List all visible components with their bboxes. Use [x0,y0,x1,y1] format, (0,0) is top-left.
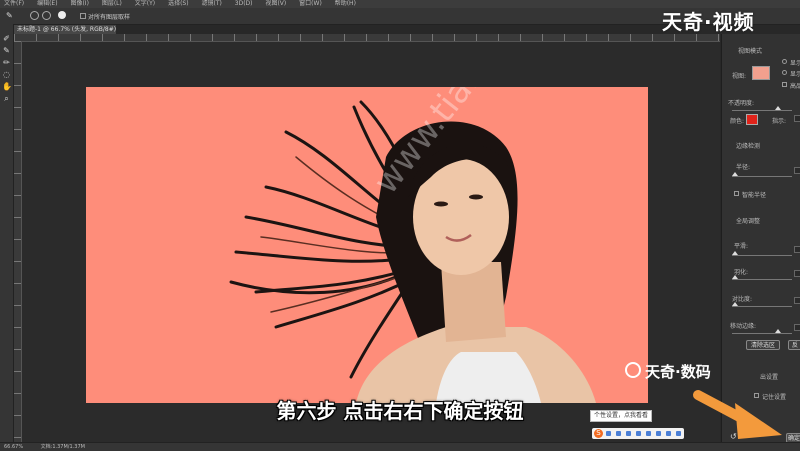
shift-edge-slider-knob[interactable] [775,329,781,333]
tools-panel: ✐ ✎ ✏ ◌ ✋ ⌕ [0,24,14,442]
smooth-slider-knob[interactable] [732,251,738,255]
ime-punct-icon[interactable] [616,431,621,436]
smart-radius-checkbox[interactable] [734,191,739,196]
edge-detection-title[interactable]: 边缘检测 [736,141,760,150]
smooth-label: 平滑: [734,243,749,250]
lasso-tool-icon[interactable]: ◌ [2,70,11,79]
brand-watermark-bottom: 天奇·数码 [645,363,711,381]
quick-selection-tool-icon[interactable]: ✐ [2,34,11,43]
menu-window[interactable]: 窗口(W) [299,0,322,8]
opacity-label: 不透明度: [728,100,755,107]
output-settings-title[interactable]: 出设置 [760,372,778,381]
video-subtitle: 第六步 点击右右下确定按钮 [276,399,524,423]
properties-panel: 视图模式 视图: 显示 显示 高品 不透明度: 颜色: 指示: 边缘检测 半径:… [721,34,800,443]
hand-tool-icon[interactable]: ✋ [2,82,12,91]
zoom-level[interactable]: 66.67% [4,444,23,450]
color-label: 颜色: [730,118,745,125]
indicate-dropdown[interactable] [794,115,800,122]
overlay-color-swatch[interactable] [746,114,758,125]
contrast-value[interactable] [794,297,800,304]
clear-selection-button[interactable]: 清除选区 [746,340,780,350]
smart-radius-label: 智能半径 [742,192,767,199]
ime-keyboard-icon[interactable] [646,431,651,436]
brand-watermark-top: 天奇·视频 [662,10,755,34]
shift-edge-value[interactable] [794,324,800,331]
brush-size-icon[interactable] [30,11,39,20]
brush-mode-icon[interactable] [42,11,51,20]
opacity-slider[interactable] [732,110,792,111]
menu-select[interactable]: 选择(S) [168,0,189,8]
show-edge-label: 显示 [790,60,800,67]
invert-button[interactable]: 反 [788,340,800,350]
smooth-slider[interactable] [732,255,792,256]
high-quality-label: 高品 [790,83,800,90]
menu-view[interactable]: 视图(V) [265,0,286,8]
show-edge-checkbox[interactable] [782,59,787,64]
contrast-slider-knob[interactable] [732,302,738,306]
ime-toolbar[interactable]: S [592,428,684,439]
ime-emoji-icon[interactable] [626,431,631,436]
document-info[interactable]: 文档:1.37M/1.37M [41,444,85,450]
document-canvas[interactable]: www.tianqijun.com [86,87,648,403]
menu-type[interactable]: 文字(Y) [135,0,155,8]
brush-preset-icon[interactable] [58,11,66,19]
brush-tool-icon[interactable]: ✏ [2,58,11,67]
radius-value[interactable] [794,167,800,174]
menu-file[interactable]: 文件(F) [4,0,24,8]
menu-image[interactable]: 图像(I) [70,0,88,8]
radius-slider-knob[interactable] [732,172,738,176]
show-original-label: 显示 [790,71,800,78]
contrast-slider[interactable] [732,306,792,307]
sogou-logo-icon[interactable]: S [594,429,603,438]
radius-slider[interactable] [732,176,792,177]
zoom-tool-icon[interactable]: ⌕ [2,94,11,103]
menu-help[interactable]: 帮助(H) [335,0,356,8]
view-label: 视图: [732,73,747,80]
menu-3d[interactable]: 3D(D) [235,0,253,8]
ime-mode-icon[interactable] [606,431,611,436]
ime-skin-icon[interactable] [656,431,661,436]
indicate-label: 指示: [772,118,787,125]
show-original-checkbox[interactable] [782,70,787,75]
menu-filter[interactable]: 滤镜(T) [202,0,222,8]
radius-label: 半径: [736,164,751,171]
brand-logo-icon [625,362,641,378]
sample-all-layers-label: 对所有图层取样 [88,14,131,21]
vertical-ruler [14,41,22,442]
opacity-slider-knob[interactable] [775,106,781,110]
ime-tooltip: 个性设置，点我看看 [590,410,653,422]
smooth-value[interactable] [794,246,800,253]
horizontal-ruler [14,34,720,42]
refine-edge-brush-icon[interactable]: ✎ [2,46,11,55]
shift-edge-label: 移动边缘: [730,323,757,330]
feather-slider-knob[interactable] [732,275,738,279]
menu-layer[interactable]: 图层(L) [102,0,122,8]
global-refine-title[interactable]: 全局调整 [736,216,760,225]
view-preview-thumbnail[interactable] [752,66,770,80]
view-mode-label: 视图模式 [738,48,763,55]
menu-edit[interactable]: 编辑(E) [37,0,57,8]
shift-edge-slider[interactable] [732,333,792,334]
document-tab[interactable]: 未标题-1 @ 66.7% (头发, RGB/8#) * [14,25,116,34]
portrait-photo [229,100,596,403]
brush-tool-icon[interactable]: ✎ [6,11,15,20]
feather-value[interactable] [794,270,800,277]
ime-settings-icon[interactable] [676,431,681,436]
high-quality-checkbox[interactable] [782,82,787,87]
feather-slider[interactable] [732,279,792,280]
sample-all-layers-checkbox[interactable] [80,13,86,19]
ime-voice-icon[interactable] [636,431,641,436]
ime-menu-icon[interactable] [666,431,671,436]
